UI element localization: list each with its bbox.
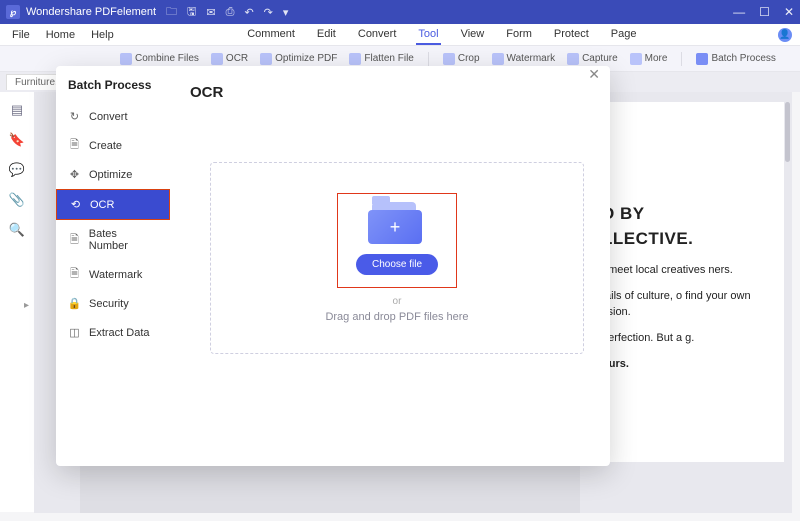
menu-home[interactable]: Home: [46, 29, 75, 41]
panel-title: OCR: [190, 84, 590, 101]
pdf-text-content: D BYLLECTIVE. , meet local creatives ner…: [590, 102, 784, 462]
user-avatar-icon[interactable]: 👤: [778, 28, 792, 42]
dropzone-highlight: + Choose file: [337, 193, 457, 288]
batch-main-panel: ✕ OCR + Choose file or Drag and drop PDF…: [170, 66, 610, 466]
window-controls: — ☐ ✕: [733, 5, 794, 19]
flatten-icon: [349, 53, 361, 65]
or-label: or: [393, 296, 402, 307]
expand-chevron-icon[interactable]: ▸: [24, 300, 29, 311]
quick-access-toolbar: 🗀 🖫 ✉ ⎙ ↶ ↷ ▾: [166, 3, 288, 22]
crop-icon: [443, 53, 455, 65]
tool-watermark[interactable]: Watermark: [492, 53, 556, 65]
search-icon[interactable]: 🔍: [9, 222, 25, 238]
sidebar-item-ocr[interactable]: ⟲OCR: [56, 189, 170, 220]
choose-file-button[interactable]: Choose file: [356, 254, 438, 275]
batch-title: Batch Process: [56, 78, 170, 102]
bookmark-icon[interactable]: 🔖: [9, 132, 25, 148]
close-window-button[interactable]: ✕: [784, 5, 794, 19]
tool-optimize-pdf[interactable]: Optimize PDF: [260, 53, 337, 65]
undo-icon[interactable]: ↶: [244, 6, 253, 19]
separator: [428, 52, 429, 66]
tool-more[interactable]: More: [630, 53, 668, 65]
folder-plus-icon: +: [368, 200, 426, 244]
doc-paragraph: tails of culture, o find your own ssion.: [602, 289, 772, 321]
attachment-icon[interactable]: 📎: [9, 192, 25, 208]
separator: [681, 52, 682, 66]
doc-paragraph: , meet local creatives ners.: [602, 263, 772, 279]
combine-icon: [120, 53, 132, 65]
file-dropzone[interactable]: + Choose file or Drag and drop PDF files…: [210, 162, 584, 354]
tool-ocr[interactable]: OCR: [211, 53, 248, 65]
menu-tool[interactable]: Tool: [416, 25, 440, 45]
ocr-icon: ⟲: [69, 198, 82, 211]
lock-icon: 🔒: [68, 297, 81, 310]
tool-crop[interactable]: Crop: [443, 53, 480, 65]
sidebar-item-watermark[interactable]: 🗎Watermark: [56, 260, 170, 289]
sidebar-item-bates-number[interactable]: 🗎Bates Number: [56, 220, 170, 260]
tool-combine-files[interactable]: Combine Files: [120, 53, 199, 65]
minimize-button[interactable]: —: [733, 5, 745, 19]
comment-panel-icon[interactable]: 💬: [9, 162, 25, 178]
ocr-icon: [211, 53, 223, 65]
watermark-icon: [492, 53, 504, 65]
tool-flatten-file[interactable]: Flatten File: [349, 53, 413, 65]
sidebar-item-optimize[interactable]: ✥Optimize: [56, 160, 170, 189]
batch-icon: [696, 53, 708, 65]
tool-capture[interactable]: Capture: [567, 53, 618, 65]
save-icon[interactable]: 🖫: [187, 3, 196, 22]
sidebar-item-create[interactable]: 🗎Create: [56, 131, 170, 160]
create-icon: 🗎: [68, 139, 81, 152]
menu-help[interactable]: Help: [91, 29, 114, 41]
app-title: Wondershare PDFelement: [26, 6, 156, 18]
doc-paragraph: ours.: [602, 357, 772, 373]
watermark-icon: 🗎: [68, 268, 81, 281]
menu-form[interactable]: Form: [504, 25, 534, 45]
dropdown-icon[interactable]: ▾: [283, 6, 289, 19]
more-icon: [630, 53, 642, 65]
menu-file[interactable]: File: [12, 29, 30, 41]
app-logo-icon: ℘: [6, 5, 20, 19]
menu-protect[interactable]: Protect: [552, 25, 591, 45]
sidebar-item-convert[interactable]: ↻Convert: [56, 102, 170, 131]
open-icon[interactable]: 🗀: [166, 3, 177, 22]
maximize-button[interactable]: ☐: [759, 5, 770, 19]
sidebar-item-extract-data[interactable]: ◫Extract Data: [56, 318, 170, 347]
menu-edit[interactable]: Edit: [315, 25, 338, 45]
print-icon[interactable]: ⎙: [226, 6, 235, 19]
menu-bar: File Home Help Comment Edit Convert Tool…: [0, 24, 800, 46]
convert-icon: ↻: [68, 110, 81, 123]
redo-icon[interactable]: ↷: [264, 6, 273, 19]
extract-icon: ◫: [68, 326, 81, 339]
batch-process-dialog: Batch Process ↻Convert 🗎Create ✥Optimize…: [56, 66, 610, 466]
thumbnails-icon[interactable]: ▤: [11, 102, 23, 118]
doc-heading: D BYLLECTIVE.: [602, 202, 772, 251]
drag-drop-label: Drag and drop PDF files here: [325, 311, 468, 323]
bates-icon: 🗎: [68, 234, 81, 247]
title-bar: ℘ Wondershare PDFelement 🗀 🖫 ✉ ⎙ ↶ ↷ ▾ —…: [0, 0, 800, 24]
tool-batch-process[interactable]: Batch Process: [696, 53, 775, 65]
menu-view[interactable]: View: [459, 25, 487, 45]
capture-icon: [567, 53, 579, 65]
menu-page[interactable]: Page: [609, 25, 639, 45]
mail-icon[interactable]: ✉: [206, 6, 215, 19]
sidebar-item-security[interactable]: 🔒Security: [56, 289, 170, 318]
optimize-icon: [260, 53, 272, 65]
batch-sidebar: Batch Process ↻Convert 🗎Create ✥Optimize…: [56, 66, 170, 466]
menu-comment[interactable]: Comment: [245, 25, 297, 45]
close-dialog-button[interactable]: ✕: [588, 66, 600, 83]
doc-paragraph: perfection. But a g.: [602, 331, 772, 347]
optimize-icon: ✥: [68, 168, 81, 181]
scrollbar[interactable]: [785, 102, 790, 162]
menu-convert[interactable]: Convert: [356, 25, 399, 45]
